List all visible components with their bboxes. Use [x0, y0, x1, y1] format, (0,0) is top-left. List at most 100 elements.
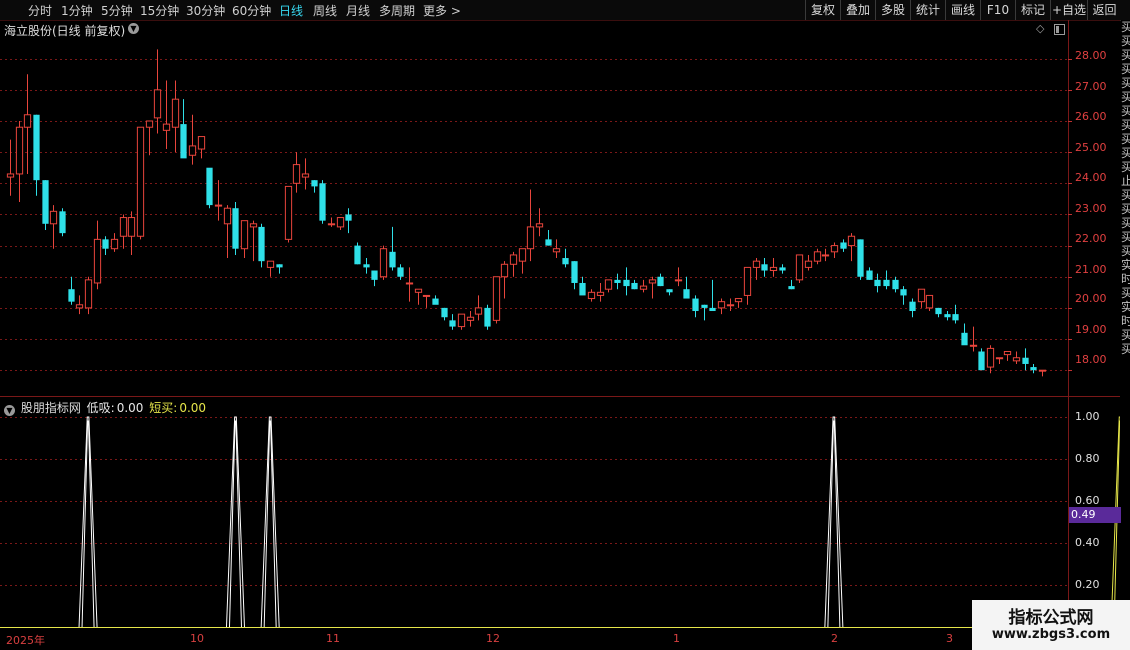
candle-body: [474, 307, 483, 315]
candle-body: [743, 266, 752, 296]
candle-body: [701, 304, 708, 308]
indicator-spike-inner: [827, 420, 841, 628]
candle-body: [821, 254, 830, 257]
candle-body: [639, 285, 648, 290]
date-label: 2025年: [6, 634, 45, 647]
candle-body: [545, 239, 552, 246]
candle-body: [42, 180, 49, 224]
candle-body: [571, 261, 578, 283]
date-label: 12: [486, 632, 500, 645]
candle-body: [206, 167, 213, 206]
candle-body: [110, 238, 119, 250]
candle-body: [909, 301, 916, 312]
candle-body: [432, 298, 439, 305]
candle-body: [363, 264, 370, 268]
candle-body: [484, 307, 491, 327]
price-label: 22.00: [1075, 232, 1107, 245]
low-buy-label: 低吸:: [86, 401, 115, 415]
candle-body: [136, 126, 145, 237]
price-label: 28.00: [1075, 49, 1107, 62]
candle-body: [397, 267, 404, 277]
low-buy-value: 0.00: [116, 401, 144, 415]
indicator-name[interactable]: 股朋指标网: [21, 401, 81, 415]
price-label: 24.00: [1075, 171, 1107, 184]
watermark-title: 指标公式网: [1008, 608, 1094, 628]
candle-body: [276, 264, 283, 268]
candle-body: [223, 207, 232, 225]
side-signal-strip: 买买买买买买买买买买买止买买买买买实时买实时买买: [1121, 20, 1130, 630]
candle-body: [995, 357, 1004, 360]
candle-body: [952, 314, 959, 321]
indicator-spike-inner: [228, 420, 242, 628]
candle-body: [449, 320, 456, 327]
candle-body: [284, 185, 293, 240]
candle-body: [414, 288, 423, 293]
candle-body: [389, 251, 396, 268]
candle-body: [900, 289, 907, 296]
candle-body: [587, 291, 596, 300]
candle-body: [422, 294, 431, 297]
indicator-spike: [225, 416, 245, 628]
candle-body: [788, 286, 795, 290]
candle-body: [648, 279, 657, 284]
candle-body: [153, 89, 162, 119]
candle-body: [917, 288, 926, 303]
price-label: 20.00: [1075, 292, 1107, 305]
candle-body: [752, 260, 761, 268]
indicator-scale-label: 1.00: [1075, 410, 1100, 423]
candle-body: [23, 114, 32, 128]
candle-body: [769, 266, 778, 272]
candle-body: [526, 226, 535, 250]
candle-body: [336, 217, 345, 228]
chevron-down-icon[interactable]: ▼: [4, 405, 15, 416]
indicator-spike-inner: [263, 420, 277, 628]
candle-body: [604, 279, 613, 290]
candle-body: [562, 258, 569, 265]
price-label: 18.00: [1075, 353, 1107, 366]
candle-body: [171, 98, 180, 128]
candle-body: [518, 248, 527, 262]
candle-body: [978, 351, 985, 371]
candle-body: [75, 304, 84, 309]
candle-body: [657, 276, 664, 287]
candle-body: [266, 260, 275, 268]
indicator-scale-label: 0.20: [1075, 578, 1100, 591]
candle-body: [944, 314, 951, 318]
date-label: 1: [673, 632, 680, 645]
candle-body: [145, 120, 154, 128]
candle-body: [292, 164, 301, 184]
candle-body: [59, 211, 66, 234]
date-label: 2: [831, 632, 838, 645]
short-buy-value: 0.00: [179, 401, 207, 415]
kline-chart[interactable]: [0, 0, 1120, 630]
candle-body: [492, 276, 501, 321]
price-label: 26.00: [1075, 110, 1107, 123]
candle-body: [830, 245, 839, 253]
candle-body: [804, 260, 813, 268]
candle-body: [674, 279, 683, 282]
indicator-spike: [78, 416, 98, 628]
candle-body: [535, 223, 544, 228]
candle-body: [1003, 351, 1012, 356]
candle-body: [162, 123, 171, 131]
candle-body: [379, 248, 388, 278]
watermark: 指标公式网 www.zbgs3.com: [972, 600, 1130, 650]
candle-body: [188, 145, 197, 156]
side-signal-text: 买买买买买买买买买买买止买买买买买实时买实时买买: [1121, 20, 1130, 356]
candle-body: [683, 289, 690, 299]
short-buy-label: 短买:: [149, 401, 178, 415]
candle-body: [596, 291, 605, 296]
candle-body: [1038, 369, 1047, 372]
candle-body: [1030, 367, 1037, 371]
cursor-value-tag: 0.49: [1069, 507, 1121, 523]
candle-body: [457, 313, 466, 328]
candle-body: [93, 238, 102, 284]
watermark-url: www.zbgs3.com: [991, 627, 1111, 642]
candle-body: [197, 136, 206, 150]
candle-body: [240, 220, 249, 250]
candle-body: [354, 245, 361, 265]
candle-body: [441, 307, 448, 318]
candle-body: [883, 279, 890, 287]
candle-body: [180, 124, 187, 159]
candle-body: [68, 289, 75, 302]
